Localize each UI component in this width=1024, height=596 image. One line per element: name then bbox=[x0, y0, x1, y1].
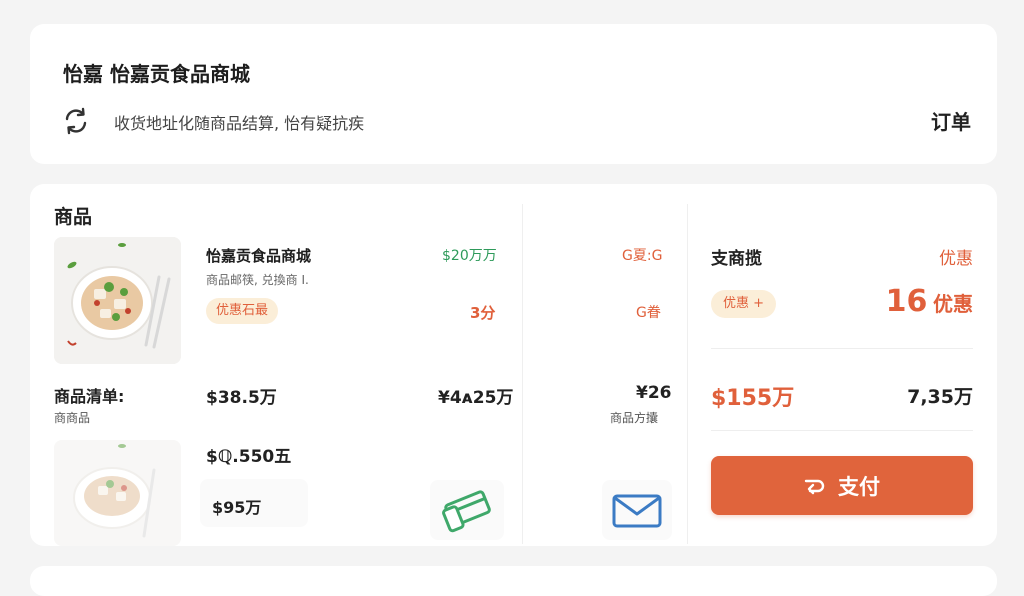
product-spec-secondary: G眷 bbox=[636, 305, 661, 321]
column-divider bbox=[522, 204, 523, 544]
mail-icon bbox=[612, 494, 662, 528]
product-price: $20万万 bbox=[442, 248, 497, 264]
orders-link[interactable]: 订单 bbox=[931, 106, 971, 135]
list-value-extra-label: 商品方攮 bbox=[610, 411, 659, 425]
product-name[interactable]: 怡嘉贡食品商城 bbox=[206, 245, 311, 266]
pay-button[interactable]: 支付 bbox=[711, 456, 973, 515]
main-card: 商品 怡嘉贡食品商城 商品邮筷, 兑換商 I. 优惠石最 $20万万 3分 G夏… bbox=[30, 184, 997, 546]
list-value-extra: ¥26 bbox=[636, 383, 672, 403]
item-price: $ℚ.550五 bbox=[206, 447, 292, 467]
discount-value: 16 优惠 bbox=[886, 284, 973, 319]
list-value-total: ¥4ᴀ25万 bbox=[438, 388, 514, 408]
wallet-icon bbox=[442, 490, 491, 533]
product-spec-value: G夏:G bbox=[622, 248, 663, 264]
total-secondary: 7,35万 bbox=[907, 386, 973, 408]
discount-value-number: 16 bbox=[885, 284, 928, 319]
list-label: 商品清单: bbox=[54, 387, 125, 406]
footer-card bbox=[30, 566, 997, 596]
promo-chip[interactable]: 优惠石最 bbox=[206, 298, 279, 324]
product-image[interactable] bbox=[54, 440, 181, 546]
arrow-return-icon bbox=[804, 479, 825, 494]
product-description: 商品邮筷, 兑換商 I. bbox=[206, 273, 309, 287]
header-card: 怡嘉 怡嘉贡食品商城 收货地址化随商品结算, 怡有疑抗疾 订单 bbox=[30, 24, 997, 164]
discount-label: 优惠 bbox=[939, 249, 973, 269]
mail-button[interactable] bbox=[602, 480, 672, 540]
column-divider bbox=[687, 204, 688, 544]
item-total: $95万 bbox=[212, 498, 262, 517]
section-title: 商品 bbox=[54, 206, 93, 228]
product-image[interactable] bbox=[54, 237, 181, 364]
list-value-subtotal: $38.5万 bbox=[206, 388, 277, 408]
divider bbox=[711, 348, 973, 349]
summary-title: 支商揽 bbox=[711, 249, 762, 269]
store-title: 怡嘉 怡嘉贡食品商城 bbox=[63, 62, 250, 86]
list-sublabel: 商商品 bbox=[54, 411, 91, 425]
wallet-button[interactable] bbox=[430, 480, 504, 540]
total-price: $155万 bbox=[711, 386, 795, 411]
product-quantity: 3分 bbox=[470, 304, 496, 322]
divider bbox=[711, 430, 973, 431]
discount-chip[interactable]: 优惠 + bbox=[711, 290, 777, 318]
refresh-icon[interactable] bbox=[61, 106, 91, 136]
address-text: 收货地址化随商品结算, 怡有疑抗疾 bbox=[114, 114, 365, 133]
discount-value-unit: 优惠 bbox=[933, 292, 973, 316]
pay-button-label: 支付 bbox=[838, 474, 880, 499]
